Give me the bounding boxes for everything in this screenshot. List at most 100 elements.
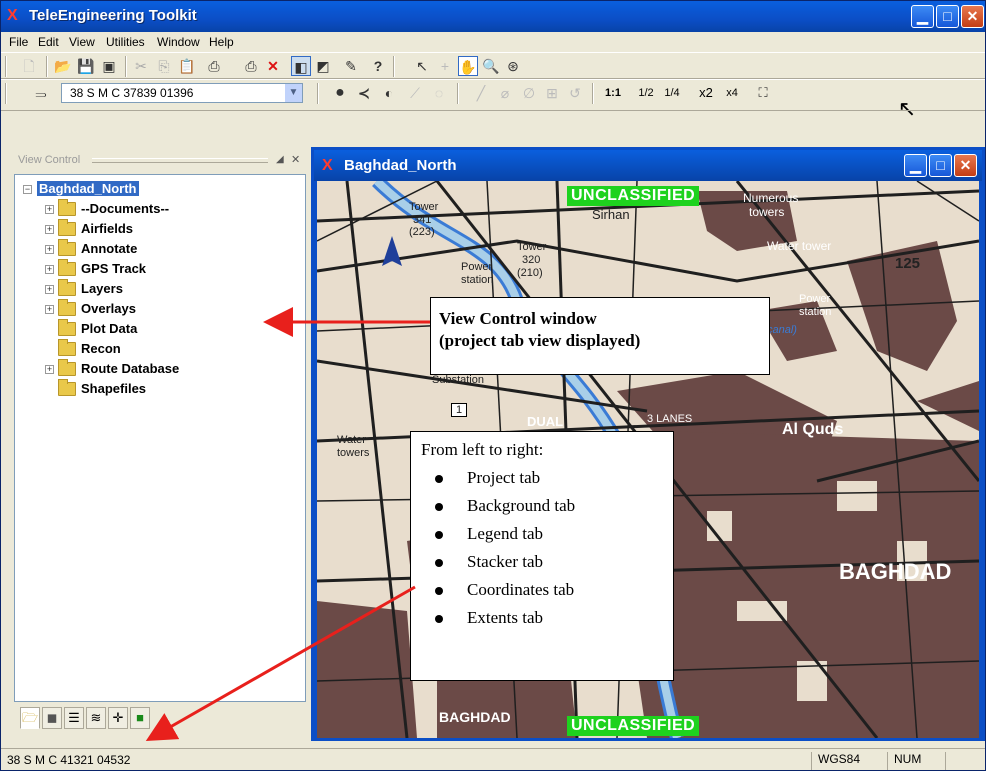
tabs-callout: From left to right: Project tab Backgrou… — [410, 431, 674, 681]
menu-help[interactable]: Help — [209, 35, 234, 49]
pan-icon[interactable]: ✋ — [458, 56, 478, 76]
main-toolbar: 🗋 📂 💾 ▣ ✂ ⎘ 📋 ⎙ ⎙ ✕ ◧ ◩ ✎ ? ↖ + ✋ 🔍 ⊛ ↖ — [1, 52, 985, 120]
expand-icon[interactable]: + — [45, 205, 54, 214]
map-label: BAGHDAD — [839, 559, 952, 584]
doc-maximize-button[interactable]: □ — [929, 154, 952, 177]
cut-icon[interactable]: ✂ — [131, 56, 151, 76]
expand-icon[interactable]: + — [45, 265, 54, 274]
print-icon[interactable]: ⎙ — [204, 56, 224, 76]
minimize-button[interactable]: ▁ — [911, 5, 934, 28]
undo-icon[interactable]: ↺ — [565, 83, 585, 103]
layout-icon[interactable]: ◧ — [291, 56, 311, 76]
draw-line-icon[interactable]: ╱ — [471, 83, 491, 103]
zoom-1-1-button[interactable]: 1:1 — [599, 83, 627, 103]
legend-tab[interactable]: ☰ — [64, 707, 84, 729]
compass-icon[interactable]: ⊛ — [503, 56, 523, 76]
list-item: Coordinates tab — [421, 580, 663, 608]
zoom-icon[interactable]: 🔍 — [481, 56, 501, 76]
new-icon[interactable]: 🗋 — [19, 56, 39, 76]
classification-banner-bottom: UNCLASSIFIED — [567, 716, 700, 736]
expand-icon[interactable]: + — [45, 365, 54, 374]
angle-icon[interactable]: ≺ — [354, 83, 374, 103]
map-label: Substation — [432, 374, 484, 386]
document-title-bar[interactable]: X Baghdad_North ▁ □ ✕ — [314, 150, 982, 181]
help-icon[interactable]: ? — [368, 56, 388, 76]
folder-icon — [58, 239, 76, 256]
doc-close-button[interactable]: ✕ — [954, 154, 977, 177]
toolbar-separator — [393, 56, 395, 77]
map-label: BAGHDAD — [439, 709, 511, 725]
zoom-quarter-button[interactable]: 1/4 — [660, 83, 684, 103]
menu-utilities[interactable]: Utilities — [106, 35, 145, 49]
half-circle-icon[interactable]: ◐ — [379, 83, 399, 103]
save-icon[interactable]: 💾 — [76, 56, 96, 76]
stacker-tab[interactable]: ≋ — [86, 707, 106, 729]
doc-minimize-button[interactable]: ▁ — [904, 154, 927, 177]
paste-icon[interactable]: 📋 — [177, 56, 197, 76]
map-label: Sirhan — [592, 207, 630, 222]
point-icon[interactable]: ● — [330, 83, 350, 103]
callout-line-1: View Control window — [439, 309, 597, 328]
close-panel-icon[interactable]: ✕ — [291, 154, 303, 166]
snapshot-icon[interactable]: ◩ — [313, 56, 333, 76]
toolbar-grip — [5, 83, 7, 104]
no-icon[interactable]: ∅ — [519, 83, 539, 103]
zoom-x4-button[interactable]: x4 — [720, 83, 744, 103]
expand-icon[interactable]: + — [45, 245, 54, 254]
expand-icon[interactable]: + — [45, 305, 54, 314]
print-preview-icon[interactable]: ⎙ — [241, 56, 261, 76]
maximize-button[interactable]: □ — [936, 5, 959, 28]
minimize-icon: ▁ — [917, 8, 928, 24]
application-window: X TeleEngineering Toolkit ▁ □ ✕ File Edi… — [0, 0, 986, 771]
toolbar-grip — [5, 56, 7, 77]
dock-icon[interactable]: ◢ — [276, 154, 288, 166]
tree-item-label: GPS Track — [81, 261, 147, 276]
legend-icon: ☰ — [68, 710, 80, 725]
tree-item-label: Route Database — [81, 361, 180, 376]
toolbar-separator — [317, 83, 319, 104]
pointer-icon[interactable]: ↖ — [412, 56, 432, 76]
menu-window[interactable]: Window — [157, 35, 200, 49]
coordinate-combo[interactable]: 38 S M C 37839 01396 ▼ — [61, 83, 303, 103]
menu-edit[interactable]: Edit — [38, 35, 59, 49]
copy-icon[interactable]: ⎘ — [154, 56, 174, 76]
map-label: towers — [749, 205, 785, 219]
panel-grip[interactable] — [92, 158, 268, 163]
zoom-x2-button[interactable]: x2 — [694, 83, 718, 103]
route-icon[interactable]: ⥰ — [31, 83, 51, 103]
line-icon[interactable]: ⟋ — [405, 83, 425, 103]
zoom-half-button[interactable]: 1/2 — [634, 83, 658, 103]
crosshair-icon[interactable]: + — [435, 56, 455, 76]
map-label: Tower — [517, 241, 547, 253]
full-extent-icon[interactable]: ⛶ — [753, 83, 773, 103]
tree-item-label: --Documents-- — [81, 201, 170, 216]
map-label: 3 LANES — [647, 413, 693, 425]
coordinates-tab[interactable]: ✛ — [108, 707, 128, 729]
save-all-icon[interactable]: ▣ — [99, 56, 119, 76]
secondary-toolbar: ⥰ 38 S M C 37839 01396 ▼ ● ≺ ◐ ⟋ ◌ ╱ ⌀ ∅… — [1, 79, 985, 111]
status-empty — [945, 752, 985, 770]
grid-icon[interactable]: ⊞ — [542, 83, 562, 103]
app-title: TeleEngineering Toolkit — [29, 7, 197, 24]
close-button[interactable]: ✕ — [961, 5, 984, 28]
title-bar[interactable]: X TeleEngineering Toolkit ▁ □ ✕ — [1, 1, 985, 32]
extents-tab[interactable]: ■ — [130, 707, 150, 729]
menu-view[interactable]: View — [69, 35, 95, 49]
view-control-panel: View Control ◢ ✕ − Baghdad_North + --Docu… — [10, 152, 310, 740]
collapse-icon[interactable]: − — [23, 185, 32, 194]
project-tab[interactable]: 🗁 — [20, 707, 40, 729]
pen-icon[interactable]: ✎ — [341, 56, 361, 76]
status-num: NUM — [887, 752, 939, 770]
open-icon[interactable]: 📂 — [53, 56, 73, 76]
chevron-down-icon[interactable]: ▼ — [285, 84, 302, 102]
expand-icon[interactable]: + — [45, 285, 54, 294]
expand-icon[interactable]: + — [45, 225, 54, 234]
route-marker: 1 — [451, 403, 468, 417]
status-datum: WGS84 — [811, 752, 881, 770]
circle-icon[interactable]: ◌ — [429, 83, 449, 103]
menu-file[interactable]: File — [9, 35, 28, 49]
eraser-icon[interactable]: ⌀ — [495, 83, 515, 103]
delete-icon[interactable]: ✕ — [263, 56, 283, 76]
background-tab[interactable]: ◼ — [42, 707, 62, 729]
list-item: Legend tab — [421, 524, 663, 552]
